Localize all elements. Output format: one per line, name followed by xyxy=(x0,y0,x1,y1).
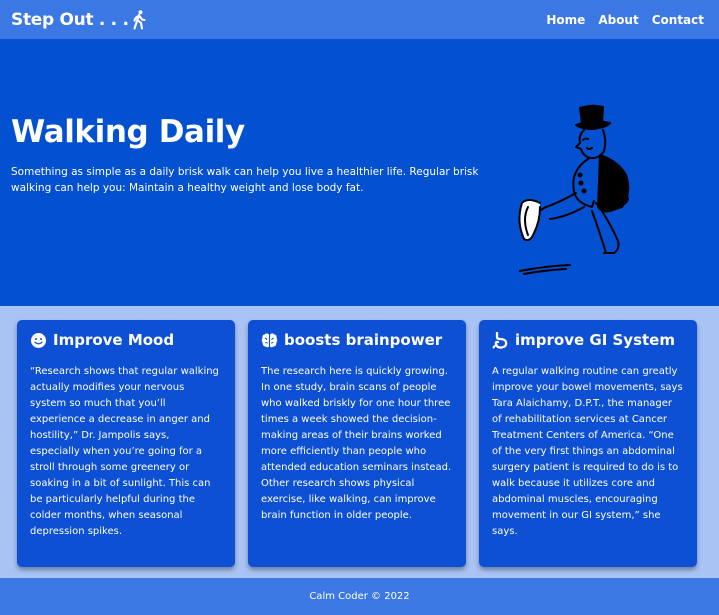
smiley-icon xyxy=(30,332,47,349)
nav-links: Home About Contact xyxy=(546,13,704,27)
card-text: The research here is quickly growing. In… xyxy=(261,366,452,521)
card-text: A regular walking routine can greatly im… xyxy=(492,366,683,537)
card-boosts-brainpower: boosts brainpower The research here is q… xyxy=(248,320,466,567)
brand-logo[interactable]: Step Out . . . xyxy=(11,10,146,30)
card-title-row: improve GI System xyxy=(492,331,684,349)
card-text: “Research shows that regular walking act… xyxy=(30,366,219,537)
walking-person-icon xyxy=(133,9,146,30)
card-title: improve GI System xyxy=(515,331,675,349)
nav-link-home[interactable]: Home xyxy=(546,13,585,27)
nav-link-about[interactable]: About xyxy=(598,13,638,27)
stomach-icon xyxy=(492,331,509,349)
card-title: Improve Mood xyxy=(53,331,175,349)
brand-name: Step Out . . . xyxy=(11,9,129,30)
walking-man-top-hat-illustration xyxy=(518,104,630,275)
benefits-section: Improve Mood “Research shows that regula… xyxy=(0,306,719,578)
footer: Calm Coder © 2022 xyxy=(0,578,719,615)
card-improve-mood: Improve Mood “Research shows that regula… xyxy=(17,320,235,567)
navbar: Step Out . . . Home About Contact xyxy=(0,0,719,39)
hero-text: Something as simple as a daily brisk wal… xyxy=(11,166,479,194)
nav-link-contact[interactable]: Contact xyxy=(652,13,704,27)
brain-icon xyxy=(261,332,278,349)
card-title-row: boosts brainpower xyxy=(261,331,453,349)
card-improve-gi-system: improve GI System A regular walking rout… xyxy=(479,320,697,567)
card-title-row: Improve Mood xyxy=(30,331,222,349)
card-title: boosts brainpower xyxy=(284,331,443,349)
hero-title: Walking Daily xyxy=(11,114,245,150)
footer-text: Calm Coder © 2022 xyxy=(309,591,410,602)
hero-section: Walking Daily Something as simple as a d… xyxy=(0,39,719,306)
